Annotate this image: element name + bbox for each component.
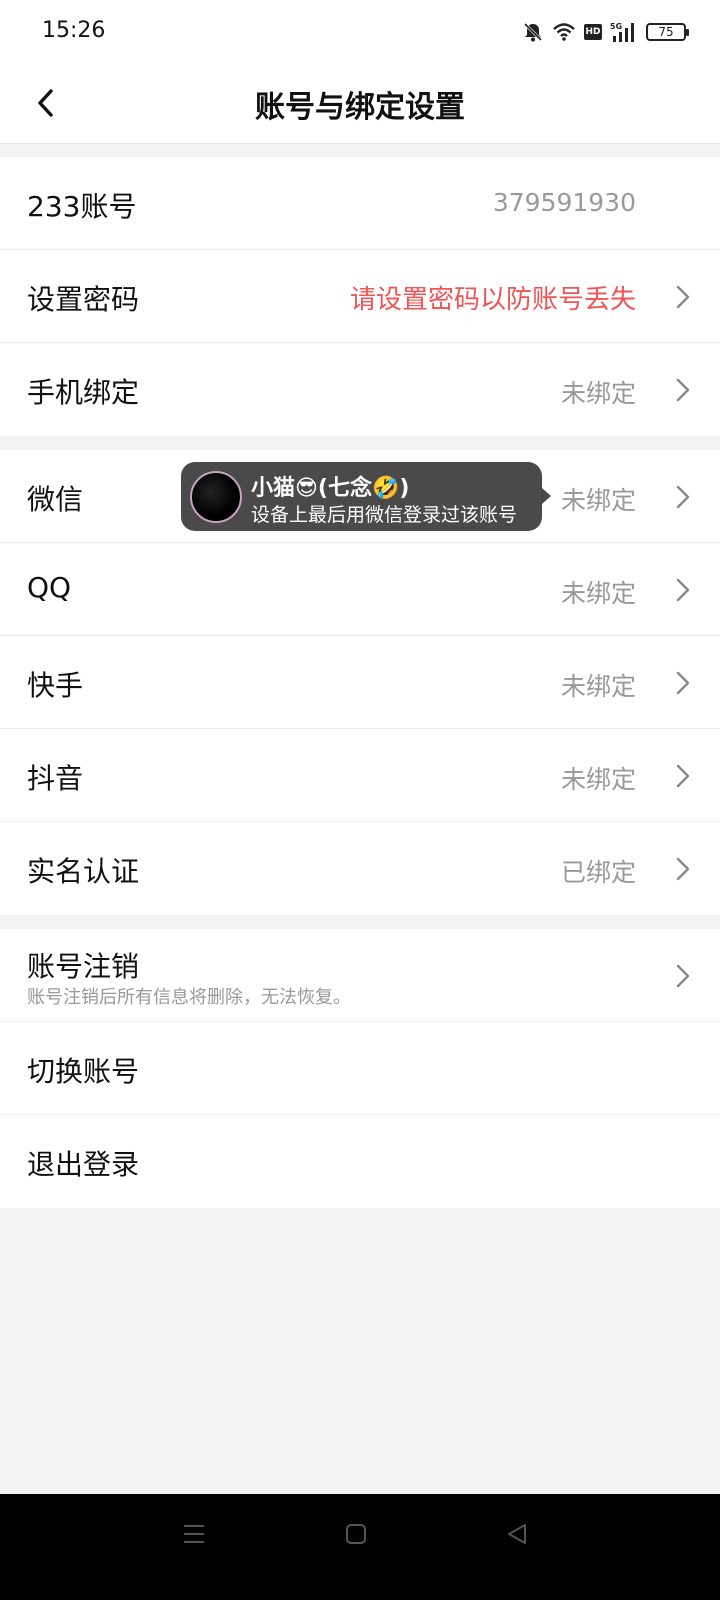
row-phone-binding[interactable]: 手机绑定 未绑定 (0, 343, 720, 436)
row-label: 快手 (27, 669, 84, 702)
row-label: 233账号 (27, 190, 137, 223)
action-group: 账号注销 账号注销后所有信息将删除，无法恢复。 切换账号 退出登录 (0, 929, 720, 1208)
recent-apps-button[interactable] (172, 1512, 216, 1556)
battery-level: 75 (658, 25, 674, 39)
tooltip-username: 小猫😎(七念🤣) (251, 476, 410, 501)
row-real-name-auth[interactable]: 实名认证 已绑定 (0, 822, 720, 915)
row-kuaishou[interactable]: 快手 未绑定 (0, 636, 720, 729)
status-value: 未绑定 (560, 672, 636, 701)
row-set-password[interactable]: 设置密码 请设置密码以防账号丢失 (0, 250, 720, 343)
home-button[interactable] (334, 1512, 378, 1556)
menu-icon (184, 1525, 204, 1543)
square-icon (346, 1524, 366, 1544)
chevron-right-icon (676, 964, 690, 988)
page-title: 账号与绑定设置 (255, 90, 465, 125)
status-value: 未绑定 (560, 765, 636, 794)
password-warning: 请设置密码以防账号丢失 (349, 285, 636, 315)
wifi-icon (552, 22, 576, 42)
status-bar: 15:26 HD 5G 75 (0, 0, 720, 62)
row-label: 设置密码 (27, 283, 140, 316)
row-label: QQ (27, 571, 72, 604)
row-233-account: 233账号 379591930 (0, 157, 720, 250)
status-value: 未绑定 (560, 379, 636, 408)
row-qq[interactable]: QQ 未绑定 (0, 543, 720, 636)
battery-icon: 75 (646, 23, 689, 41)
chevron-right-icon (676, 764, 690, 788)
status-time: 15:26 (42, 18, 106, 43)
chevron-right-icon (676, 671, 690, 695)
account-id-value: 379591930 (492, 188, 636, 217)
status-icons: HD 5G 75 (522, 20, 689, 44)
chevron-right-icon (676, 857, 690, 881)
row-label: 账号注销 (27, 950, 140, 983)
bell-muted-icon (522, 21, 544, 43)
tooltip-description: 设备上最后用微信登录过该账号 (251, 504, 518, 526)
row-account-cancel[interactable]: 账号注销 账号注销后所有信息将删除，无法恢复。 (0, 929, 720, 1022)
row-label: 抖音 (27, 762, 84, 795)
row-label: 手机绑定 (27, 376, 140, 409)
row-douyin[interactable]: 抖音 未绑定 (0, 729, 720, 822)
triangle-back-icon (508, 1524, 526, 1544)
chevron-right-icon (676, 578, 690, 602)
row-label: 实名认证 (27, 855, 140, 888)
status-value: 未绑定 (560, 579, 636, 608)
row-label: 退出登录 (27, 1148, 140, 1181)
screen: 15:26 HD 5G 75 账号与绑定设置 233账号 379591930 设… (0, 0, 720, 1600)
signal-icon: 5G (610, 21, 638, 43)
row-switch-account[interactable]: 切换账号 (0, 1022, 720, 1115)
hd-icon: HD (584, 24, 602, 40)
chevron-right-icon (676, 378, 690, 402)
wechat-login-tooltip: 小猫😎(七念🤣) 设备上最后用微信登录过该账号 (181, 462, 551, 531)
account-group: 233账号 379591930 设置密码 请设置密码以防账号丢失 手机绑定 未绑… (0, 157, 720, 436)
system-nav-bar (0, 1494, 720, 1600)
row-label: 微信 (27, 483, 84, 516)
row-logout[interactable]: 退出登录 (0, 1115, 720, 1208)
svg-text:5G: 5G (610, 22, 622, 31)
cancel-warning-text: 账号注销后所有信息将删除，无法恢复。 (27, 987, 351, 1008)
chevron-right-icon (676, 285, 690, 309)
status-value: 未绑定 (560, 486, 636, 515)
navbar: 账号与绑定设置 (0, 62, 720, 144)
avatar (190, 471, 242, 523)
chevron-right-icon (676, 485, 690, 509)
status-value: 已绑定 (560, 858, 636, 887)
back-nav-button[interactable] (495, 1512, 539, 1556)
row-label: 切换账号 (27, 1055, 140, 1088)
